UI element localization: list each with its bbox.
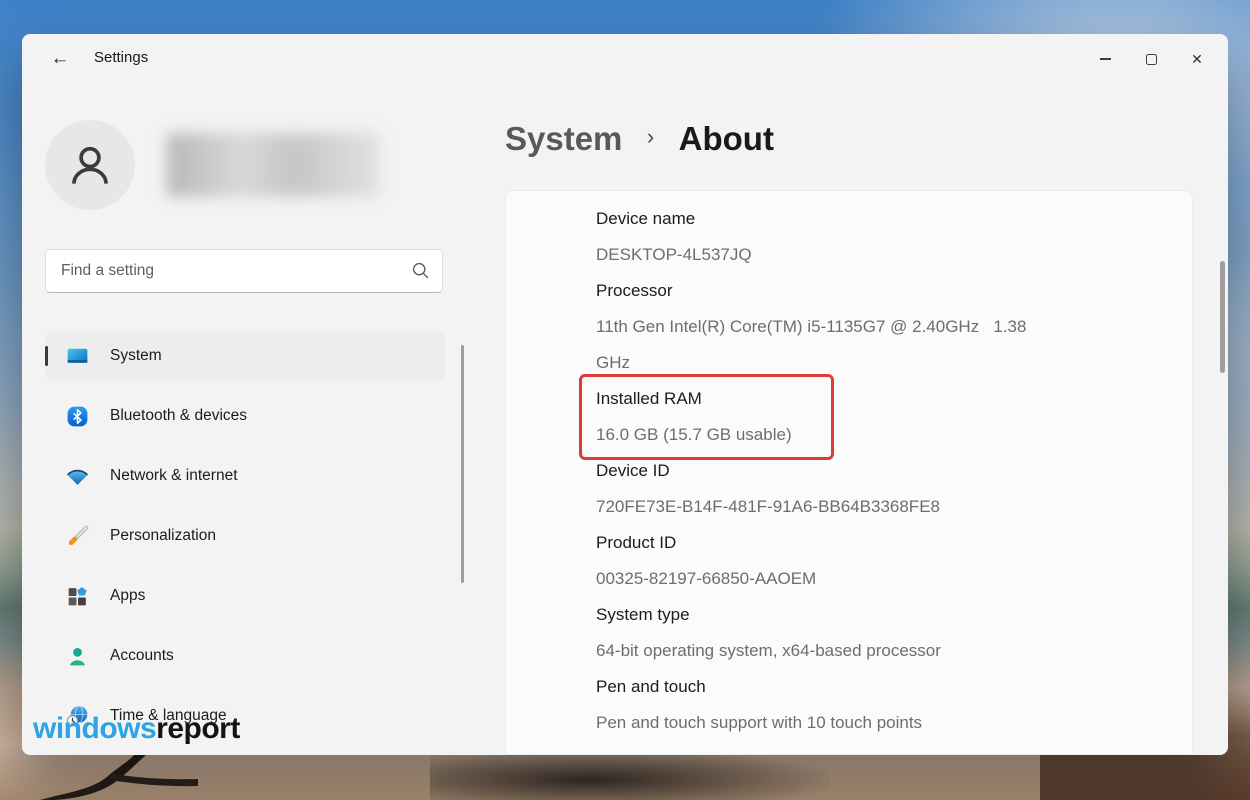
- wallpaper-shore: [430, 750, 830, 800]
- avatar: [45, 120, 135, 210]
- windowsreport-logo-part2: report: [156, 712, 240, 745]
- sidebar-item-apps[interactable]: Apps: [45, 572, 445, 620]
- system-icon: [65, 344, 90, 369]
- windowsreport-logo: windowsreport: [33, 712, 240, 746]
- about-specs: Device name DESKTOP-4L537JQ Processor 11…: [506, 191, 1192, 741]
- content-scrollbar[interactable]: [1220, 261, 1225, 373]
- spec-installed-ram: Installed RAM 16.0 GB (15.7 GB usable): [596, 381, 1192, 453]
- page-title: About: [679, 120, 774, 157]
- minimize-icon: [1100, 58, 1111, 60]
- sidebar-item-label: System: [110, 347, 162, 365]
- desktop: ← Settings ✕: [0, 0, 1250, 800]
- spec-device-name: Device name DESKTOP-4L537JQ: [596, 201, 1192, 273]
- spec-processor: Processor 11th Gen Intel(R) Core(TM) i5-…: [596, 273, 1192, 381]
- person-icon: [64, 139, 116, 191]
- apps-icon: [65, 584, 90, 609]
- minimize-button[interactable]: [1082, 42, 1128, 76]
- breadcrumb-separator-icon: ›: [647, 124, 654, 149]
- user-name-redacted: [167, 133, 380, 197]
- spec-system-type: System type 64-bit operating system, x64…: [596, 597, 1192, 669]
- sidebar-item-label: Personalization: [110, 527, 216, 545]
- sidebar-scrollbar[interactable]: [461, 345, 464, 583]
- sidebar-item-accounts[interactable]: Accounts: [45, 632, 445, 680]
- breadcrumb-system[interactable]: System: [505, 120, 622, 157]
- titlebar: ← Settings ✕: [22, 34, 1228, 82]
- personalization-icon: [65, 524, 90, 549]
- sidebar-nav: System Bluetooth & devices: [45, 332, 445, 752]
- sidebar-item-system[interactable]: System: [45, 332, 445, 380]
- close-button[interactable]: ✕: [1174, 42, 1220, 76]
- window-controls: ✕: [1082, 42, 1220, 76]
- search-input[interactable]: [45, 249, 443, 293]
- search-box: [45, 249, 443, 293]
- bluetooth-icon: [65, 404, 90, 429]
- sidebar-item-personalization[interactable]: Personalization: [45, 512, 445, 560]
- selected-indicator: [45, 346, 48, 366]
- account-header[interactable]: [45, 120, 445, 212]
- settings-window: ← Settings ✕: [22, 34, 1228, 755]
- sidebar-item-label: Accounts: [110, 647, 174, 665]
- windowsreport-logo-part1: windows: [33, 712, 156, 745]
- spec-pen-and-touch: Pen and touch Pen and touch support with…: [596, 669, 1192, 741]
- sidebar-item-label: Network & internet: [110, 467, 238, 485]
- sidebar-item-bluetooth-devices[interactable]: Bluetooth & devices: [45, 392, 445, 440]
- back-button[interactable]: ←: [44, 46, 76, 72]
- sidebar-item-label: Bluetooth & devices: [110, 407, 247, 425]
- accounts-icon: [65, 644, 90, 669]
- close-icon: ✕: [1191, 52, 1203, 66]
- maximize-button[interactable]: [1128, 42, 1174, 76]
- spec-device-id: Device ID 720FE73E-B14F-481F-91A6-BB64B3…: [596, 453, 1192, 525]
- app-title: Settings: [94, 49, 148, 66]
- breadcrumb: System › About: [505, 120, 774, 158]
- about-panel: Device name DESKTOP-4L537JQ Processor 11…: [505, 190, 1193, 755]
- search-icon: [411, 261, 430, 280]
- network-icon: [65, 464, 90, 489]
- spec-product-id: Product ID 00325-82197-66850-AAOEM: [596, 525, 1192, 597]
- sidebar-item-label: Apps: [110, 587, 145, 605]
- maximize-icon: [1146, 54, 1157, 65]
- sidebar-item-network-internet[interactable]: Network & internet: [45, 452, 445, 500]
